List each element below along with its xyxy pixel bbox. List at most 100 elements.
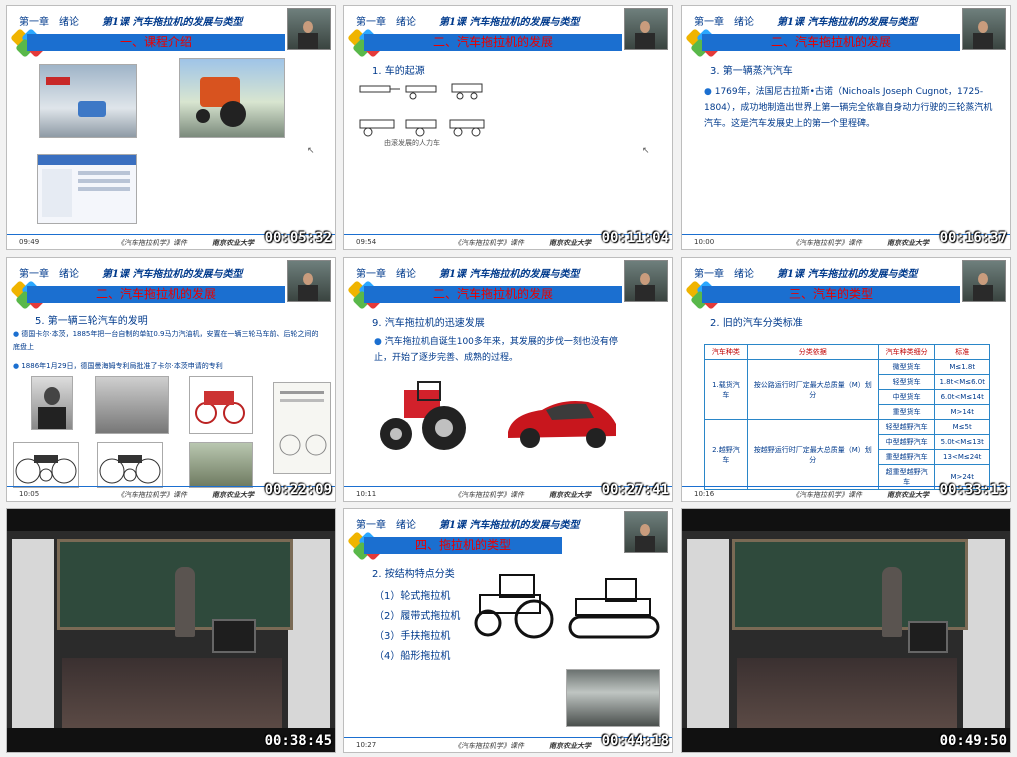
university-name: 南京农业大学 xyxy=(212,490,254,499)
bullet-paragraph-1: ● 德国卡尔·本茨，1885年把一台自制的单缸0.9马力汽油机，安置在一辆三轮马… xyxy=(13,328,323,354)
letterbox-top xyxy=(682,509,1010,531)
thumbnail-5[interactable]: 第一章 绪论 第1课 汽车拖拉机的发展与类型 二、汽车拖拉机的发展 9. 汽车拖… xyxy=(343,257,673,502)
chapter-label: 第一章 xyxy=(19,269,49,280)
table-cell: M>14t xyxy=(934,404,990,420)
thumbnail-1[interactable]: 第一章 绪论 第1课 汽车拖拉机的发展与类型 一、课程介绍 ↖ 09:49 《汽… xyxy=(6,5,336,250)
table-cell: 重型越野汽车 xyxy=(877,449,936,465)
table-cell: M≤1.8t xyxy=(934,359,990,375)
benz-museum-photo xyxy=(189,442,253,488)
lesson-title: 第1课 汽车拖拉机的发展与类型 xyxy=(102,17,243,28)
monitor xyxy=(908,621,948,653)
chapter-name: 绪论 xyxy=(396,269,416,280)
thumbnail-3[interactable]: 第一章 绪论 第1课 汽车拖拉机的发展与类型 二、汽车拖拉机的发展 3. 第一辆… xyxy=(681,5,1011,250)
slide-header: 第一章 绪论 第1课 汽车拖拉机的发展与类型 xyxy=(344,6,672,50)
university-name: 南京农业大学 xyxy=(887,490,929,499)
section-title: 二、汽车拖拉机的发展 xyxy=(702,34,960,51)
thumbnail-grid: 第一章 绪论 第1课 汽车拖拉机的发展与类型 一、课程介绍 ↖ 09:49 《汽… xyxy=(0,0,1017,757)
video-timestamp: 00:11:04 xyxy=(601,230,669,246)
slide: 第一章 绪论 第1课 汽车拖拉机的发展与类型 二、汽车拖拉机的发展 9. 汽车拖… xyxy=(344,258,672,501)
clock-time: 09:49 xyxy=(19,238,40,246)
table-cell: 1.8t<M≤6.0t xyxy=(934,374,990,390)
chapter-name: 绪论 xyxy=(734,269,754,280)
table-cell: 2.越野汽车 xyxy=(704,419,748,490)
classroom-scene xyxy=(7,509,335,752)
table-header-row: 汽车种类 分类依据 汽车种类细分 标准 xyxy=(704,344,990,360)
thumbnail-7[interactable]: 00:38:45 xyxy=(6,508,336,753)
list-item: （1）轮式拖拉机 xyxy=(374,591,451,602)
slide-subtitle: 3. 第一辆蒸汽汽车 xyxy=(710,66,793,77)
video-timestamp: 00:38:45 xyxy=(264,733,332,749)
factory-photo xyxy=(566,669,660,727)
monitor xyxy=(212,619,256,653)
section-title: 二、汽车拖拉机的发展 xyxy=(364,34,622,51)
table-cell: 重型货车 xyxy=(877,404,936,420)
lesson-title: 第1课 汽车拖拉机的发展与类型 xyxy=(439,269,580,280)
thumbnail-6[interactable]: 第一章 绪论 第1课 汽车拖拉机的发展与类型 三、汽车的类型 2. 旧的汽车分类… xyxy=(681,257,1011,502)
blackboard xyxy=(732,539,968,630)
chapter-name: 绪论 xyxy=(59,269,79,280)
chapter-name: 绪论 xyxy=(734,17,754,28)
slide-subtitle: 2. 旧的汽车分类标准 xyxy=(710,318,803,329)
paragraph-text: 德国卡尔·本茨，1885年把一台自制的单缸0.9马力汽油机，安置在一辆三轮马车前… xyxy=(13,330,319,351)
video-timestamp: 00:49:50 xyxy=(939,733,1007,749)
lab-photo xyxy=(39,64,137,138)
chapter-label: 第一章 xyxy=(356,17,386,28)
presenter-photo xyxy=(624,260,668,302)
slide: 第一章 绪论 第1课 汽车拖拉机的发展与类型 二、汽车拖拉机的发展 3. 第一辆… xyxy=(682,6,1010,249)
list-item: （4）船形拖拉机 xyxy=(374,651,451,662)
university-name: 南京农业大学 xyxy=(549,741,591,750)
lesson-title: 第1课 汽车拖拉机的发展与类型 xyxy=(439,17,580,28)
slide: 第一章 绪论 第1课 汽车拖拉机的发展与类型 三、汽车的类型 2. 旧的汽车分类… xyxy=(682,258,1010,501)
slide-header: 第一章 绪论 第1课 汽车拖拉机的发展与类型 xyxy=(7,6,335,50)
slide-paragraph: ● 汽车拖拉机自诞生100多年来，其发展的步伐一刻也没有停止，开始了逐步完善、成… xyxy=(374,334,624,366)
table-cell: 按公路运行时厂定最大总质量（M）划分 xyxy=(746,359,879,420)
video-timestamp: 00:05:32 xyxy=(264,230,332,246)
thumbnail-2[interactable]: 第一章 绪论 第1课 汽车拖拉机的发展与类型 二、汽车拖拉机的发展 1. 车的起… xyxy=(343,5,673,250)
section-title: 三、汽车的类型 xyxy=(702,286,960,303)
table-cell: 13<M≤24t xyxy=(934,449,990,465)
slide: 第一章 绪论 第1课 汽车拖拉机的发展与类型 一、课程介绍 ↖ 09:49 《汽… xyxy=(7,6,335,249)
thumbnail-9[interactable]: 00:49:50 xyxy=(681,508,1011,753)
slide-header: 第一章 绪论 第1课 汽车拖拉机的发展与类型 xyxy=(7,258,335,302)
section-title: 二、汽车拖拉机的发展 xyxy=(364,286,622,303)
section-title: 一、课程介绍 xyxy=(27,34,285,51)
presenter-photo xyxy=(287,260,331,302)
presenter-photo xyxy=(624,511,668,553)
cart-drawings-2 xyxy=(359,119,485,137)
wall-panel xyxy=(687,539,729,729)
wall-panel xyxy=(963,539,1005,729)
course-name: 《汽车拖拉机学》课件 xyxy=(117,239,187,247)
crawler-tractor-drawing xyxy=(568,578,660,639)
section-title: 四、拖拉机的类型 xyxy=(364,537,562,554)
paragraph-text: 汽车拖拉机自诞生100多年来，其发展的步伐一刻也没有停止，开始了逐步完善、成熟的… xyxy=(374,337,618,363)
classification-table: 汽车种类 分类依据 汽车种类细分 标准 1.载货汽车 按公路运行时厂定最大总质量… xyxy=(704,344,990,490)
chapter-name: 绪论 xyxy=(396,17,416,28)
table-cell: 5.0t<M≤13t xyxy=(934,434,990,450)
chapter-name: 绪论 xyxy=(396,520,416,531)
slide-header: 第一章 绪论 第1课 汽车拖拉机的发展与类型 xyxy=(682,258,1010,302)
section-title: 二、汽车拖拉机的发展 xyxy=(27,286,285,303)
lesson-title: 第1课 汽车拖拉机的发展与类型 xyxy=(102,269,243,280)
slide-paragraph: ● 1769年，法国尼古拉斯•古诺（Nichoals Joseph Cugnot… xyxy=(704,84,994,132)
benz-portrait xyxy=(31,376,73,430)
course-name: 《汽车拖拉机学》课件 xyxy=(117,491,187,499)
teacher-figure xyxy=(882,567,902,637)
classroom-scene xyxy=(682,509,1010,752)
clock-time: 10:11 xyxy=(356,490,377,498)
thumbnail-8[interactable]: 第一章 绪论 第1课 汽车拖拉机的发展与类型 四、拖拉机的类型 2. 按结构特点… xyxy=(343,508,673,753)
table-row: 1.载货汽车 按公路运行时厂定最大总质量（M）划分 微型货车 M≤1.8t xyxy=(704,359,990,420)
clock-time: 10:00 xyxy=(694,238,715,246)
benz-tricycle-1 xyxy=(13,442,79,488)
slide: 第一章 绪论 第1课 汽车拖拉机的发展与类型 二、汽车拖拉机的发展 1. 车的起… xyxy=(344,6,672,249)
table-row: 2.越野汽车 按越野运行时厂定最大总质量（M）划分 轻型越野汽车 M≤5t xyxy=(704,419,990,490)
tractor-photo xyxy=(179,58,285,138)
bullet-icon: ● xyxy=(13,330,20,338)
video-timestamp: 00:33:13 xyxy=(939,482,1007,498)
presenter-photo xyxy=(962,260,1006,302)
table-cell: 按越野运行时厂定最大总质量（M）划分 xyxy=(746,419,879,490)
slide-header: 第一章 绪论 第1课 汽车拖拉机的发展与类型 xyxy=(344,258,672,302)
students xyxy=(62,658,282,728)
thumbnail-4[interactable]: 第一章 绪论 第1课 汽车拖拉机的发展与类型 二、汽车拖拉机的发展 5. 第一辆… xyxy=(6,257,336,502)
presenter-photo xyxy=(287,8,331,50)
list-item: （3）手扶拖拉机 xyxy=(374,631,451,642)
